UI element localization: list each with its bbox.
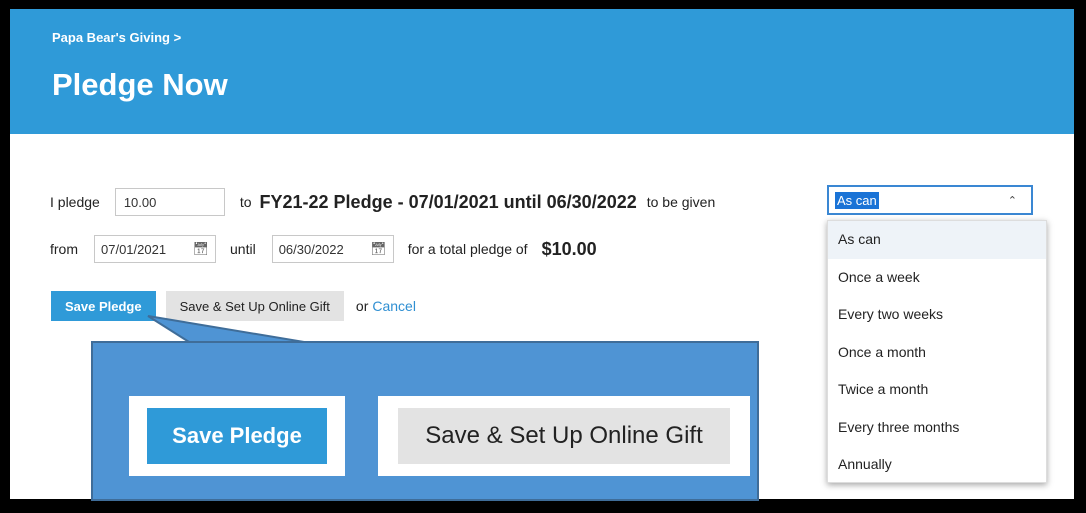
start-date-value: 07/01/2021: [101, 241, 167, 257]
frequency-selected-value: As can: [835, 191, 879, 209]
pledge-amount-input[interactable]: 10.00: [114, 188, 225, 216]
calendar-icon[interactable]: 📅︎: [370, 241, 387, 257]
frequency-option[interactable]: Twice a month: [828, 371, 1046, 409]
fund-name: FY21-22 Pledge - 07/01/2021 until 06/30/…: [259, 191, 637, 212]
i-pledge-label: I pledge: [50, 194, 100, 210]
to-be-given-label: to be given: [646, 194, 716, 210]
callout-zoom-secondary: Save & Set Up Online Gift: [378, 396, 750, 476]
page-header: Papa Bear's Giving > Pledge Now: [10, 9, 1074, 134]
frequency-option[interactable]: Every three months: [828, 409, 1046, 447]
frequency-select[interactable]: As can ⌃: [827, 185, 1033, 215]
callout-zoom-primary: Save Pledge: [129, 396, 345, 476]
pledge-row: I pledge 10.00 to FY21-22 Pledge - 07/01…: [50, 186, 715, 218]
page-title: Pledge Now: [52, 67, 228, 102]
end-date-value: 06/30/2022: [278, 241, 344, 257]
save-setup-gift-zoom-button: Save & Set Up Online Gift: [398, 408, 730, 464]
until-label: until: [230, 241, 256, 257]
save-setup-gift-button[interactable]: Save & Set Up Online Gift: [165, 291, 344, 321]
cancel-link[interactable]: Cancel: [372, 298, 416, 314]
total-label: for a total pledge of: [407, 241, 528, 257]
frequency-dropdown: As can Once a week Every two weeks Once …: [827, 220, 1047, 483]
from-label: from: [50, 241, 78, 257]
chevron-up-icon: ⌃: [1007, 194, 1017, 207]
start-date-input[interactable]: 07/01/2021 📅︎: [94, 235, 216, 263]
frequency-option[interactable]: As can: [828, 221, 1046, 259]
frequency-option[interactable]: Every two weeks: [828, 296, 1046, 334]
frequency-option[interactable]: Once a month: [828, 334, 1046, 372]
save-pledge-button[interactable]: Save Pledge: [51, 291, 156, 321]
total-pledge-value: $10.00: [541, 238, 597, 259]
or-label: or: [355, 298, 369, 314]
frequency-option[interactable]: Once a week: [828, 259, 1046, 297]
action-bar: Save Pledge Save & Set Up Online Gift or…: [51, 291, 416, 321]
frequency-option[interactable]: Annually: [828, 446, 1046, 484]
save-pledge-zoom-button: Save Pledge: [147, 408, 327, 464]
calendar-icon[interactable]: 📅︎: [192, 241, 209, 257]
dates-row: from 07/01/2021 📅︎ until 06/30/2022 📅︎ f…: [50, 233, 597, 265]
breadcrumb[interactable]: Papa Bear's Giving >: [52, 30, 181, 45]
to-label: to: [239, 194, 252, 210]
end-date-input[interactable]: 06/30/2022 📅︎: [271, 235, 394, 263]
